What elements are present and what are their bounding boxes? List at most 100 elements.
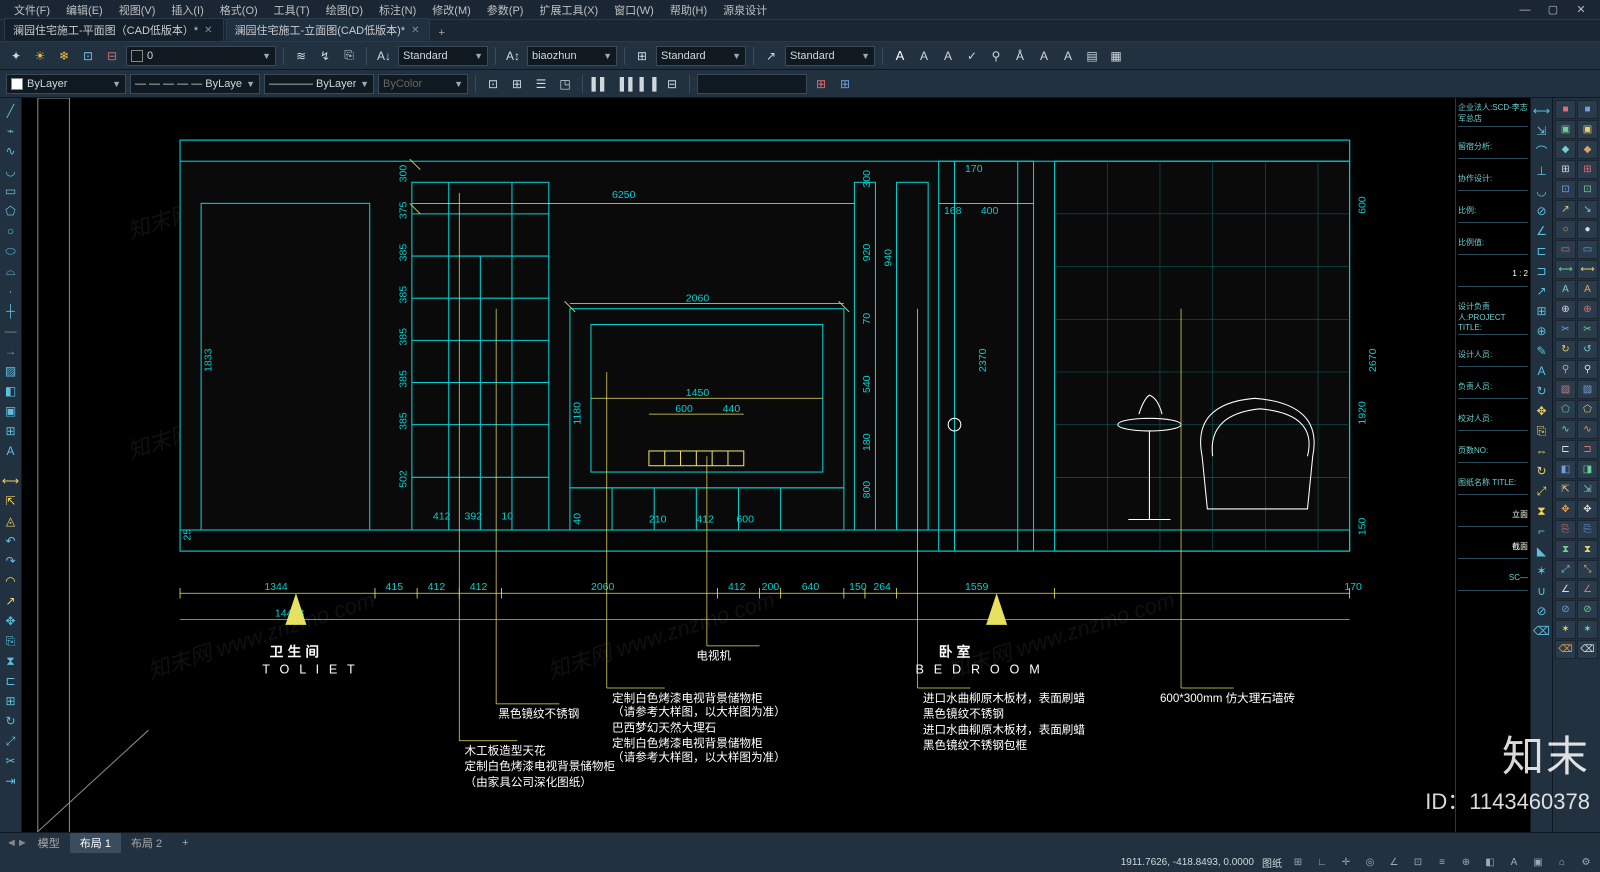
dim-radius-tool[interactable]: ◠: [2, 572, 20, 590]
clean-icon[interactable]: ⌂: [1554, 854, 1570, 870]
tolerance-icon[interactable]: ⊞: [1533, 302, 1551, 320]
polygon-tool[interactable]: ⬠: [2, 202, 20, 220]
match-icon[interactable]: ↯: [315, 46, 335, 66]
lineweight-combo[interactable]: ———— ByLayer▼: [264, 74, 374, 94]
lwt-icon[interactable]: ≡: [1434, 854, 1450, 870]
pal-icon[interactable]: ↗: [1555, 200, 1576, 219]
distribute-icon[interactable]: ⊟: [662, 74, 682, 94]
menu-param[interactable]: 参数(P): [479, 2, 532, 18]
dim-cont-icon[interactable]: ⊐: [1533, 262, 1551, 280]
mirror2-icon[interactable]: ⧗: [1533, 502, 1551, 520]
stretch-icon[interactable]: ⇔: [1533, 442, 1551, 460]
polar-icon[interactable]: ✛: [1338, 854, 1354, 870]
doc-tab-2[interactable]: 澜园住宅施工-立面图(CAD低版本)* ✕: [226, 18, 431, 41]
dimedit-icon[interactable]: ✎: [1533, 342, 1551, 360]
otrack-icon[interactable]: ∠: [1386, 854, 1402, 870]
pal-icon[interactable]: ⬠: [1577, 400, 1598, 419]
sc-icon[interactable]: ◧: [1482, 854, 1498, 870]
freeze-icon[interactable]: ❄: [54, 46, 74, 66]
update-icon[interactable]: ↻: [1533, 382, 1551, 400]
pal-icon[interactable]: ■: [1577, 100, 1598, 119]
pal-icon[interactable]: ◧: [1555, 460, 1576, 479]
pal-icon[interactable]: ↘: [1577, 200, 1598, 219]
scale-tool[interactable]: ⤢: [2, 732, 20, 750]
window-close-icon[interactable]: ✕: [1568, 2, 1594, 18]
center-icon[interactable]: ⊕: [1533, 322, 1551, 340]
pal-icon[interactable]: ▣: [1577, 120, 1598, 139]
rotate2-icon[interactable]: ↻: [1533, 462, 1551, 480]
align-center-icon[interactable]: ▐▐: [614, 74, 634, 94]
drawing-canvas[interactable]: 知末网 www.znzmo.com 知末网 www.znzmo.com 知末网 …: [22, 98, 1455, 832]
pal-icon[interactable]: ◨: [1577, 460, 1598, 479]
pal-icon[interactable]: ⟷: [1555, 260, 1576, 279]
line-tool[interactable]: ╱: [2, 102, 20, 120]
pal-icon[interactable]: ⇱: [1555, 480, 1576, 499]
copy2-icon[interactable]: ⎘: [1533, 422, 1551, 440]
justify-icon[interactable]: ▤: [1082, 46, 1102, 66]
field-icon[interactable]: ▦: [1106, 46, 1126, 66]
pal-icon[interactable]: ⊡: [1577, 180, 1598, 199]
pal-icon[interactable]: ●: [1577, 220, 1598, 239]
polyline-tool[interactable]: ⌁: [2, 122, 20, 140]
pal-icon[interactable]: ∿: [1577, 420, 1598, 439]
new-tab-button[interactable]: +: [432, 25, 450, 41]
layer-prev-icon[interactable]: ⊟: [102, 46, 122, 66]
textstyle-combo[interactable]: Standard▼: [398, 46, 488, 66]
rectangle-tool[interactable]: ▭: [2, 182, 20, 200]
pal-icon[interactable]: ∿: [1555, 420, 1576, 439]
dim-arc-icon[interactable]: ⌒: [1533, 142, 1551, 160]
scale2-icon[interactable]: ⤢: [1533, 482, 1551, 500]
menu-format[interactable]: 格式(O): [212, 2, 266, 18]
arc-tool[interactable]: ◡: [2, 162, 20, 180]
menu-help[interactable]: 帮助(H): [662, 2, 715, 18]
pal-icon[interactable]: ⎘: [1577, 520, 1598, 539]
copy-tool[interactable]: ⎘: [2, 632, 20, 650]
pal-icon[interactable]: A: [1577, 280, 1598, 299]
leader-icon[interactable]: ↗: [1533, 282, 1551, 300]
pal-icon[interactable]: ✂: [1577, 320, 1598, 339]
pal-icon[interactable]: ▭: [1555, 240, 1576, 259]
spline-tool[interactable]: ∿: [2, 142, 20, 160]
erase-icon[interactable]: ⌫: [1533, 622, 1551, 640]
grid-snap-icon[interactable]: ⊞: [1290, 854, 1306, 870]
mtext-icon[interactable]: A: [890, 46, 910, 66]
layout-add-button[interactable]: +: [172, 835, 198, 851]
dim-aligned-icon[interactable]: ⇲: [1533, 122, 1551, 140]
pal-icon[interactable]: ◆: [1555, 140, 1576, 159]
pal-icon[interactable]: ▨: [1577, 380, 1598, 399]
layers-icon[interactable]: ≋: [291, 46, 311, 66]
command-input[interactable]: [697, 74, 807, 94]
mleader-style-icon[interactable]: ↗: [761, 46, 781, 66]
layout-prev-icon[interactable]: ◄: [6, 837, 17, 849]
dim-linear-tool[interactable]: ⟷: [2, 472, 20, 490]
mleaderstyle-combo[interactable]: Standard▼: [785, 46, 875, 66]
dim-linear-icon[interactable]: ⟷: [1533, 102, 1551, 120]
layout-next-icon[interactable]: ►: [17, 837, 28, 849]
pal-icon[interactable]: ↻: [1555, 340, 1576, 359]
dim-radius-icon[interactable]: ◡: [1533, 182, 1551, 200]
trim-tool[interactable]: ✂: [2, 752, 20, 770]
pal-icon[interactable]: ∠: [1577, 580, 1598, 599]
pal-icon[interactable]: ◆: [1577, 140, 1598, 159]
move2-icon[interactable]: ✥: [1533, 402, 1551, 420]
dim-aligned-tool[interactable]: ⇱: [2, 492, 20, 510]
explode-icon[interactable]: ✶: [1533, 562, 1551, 580]
copy-layer-icon[interactable]: ⎘: [339, 46, 359, 66]
dim-leader-tool[interactable]: ↗: [2, 592, 20, 610]
pal-icon[interactable]: ⤡: [1577, 560, 1598, 579]
construct-tool[interactable]: ┼: [2, 302, 20, 320]
circle-tool[interactable]: ○: [2, 222, 20, 240]
chamfer-icon[interactable]: ◣: [1533, 542, 1551, 560]
pal-icon[interactable]: ✶: [1577, 620, 1598, 639]
mirror-tool[interactable]: ⧗: [2, 652, 20, 670]
menu-ext[interactable]: 扩展工具(X): [531, 2, 606, 18]
pal-icon[interactable]: ✂: [1555, 320, 1576, 339]
text-a-icon[interactable]: A: [914, 46, 934, 66]
maximize-vp-icon[interactable]: ▣: [1530, 854, 1546, 870]
attr-icon[interactable]: ☰: [531, 74, 551, 94]
dim-ang-icon[interactable]: ∠: [1533, 222, 1551, 240]
menu-edit[interactable]: 编辑(E): [58, 2, 111, 18]
mtext-tool[interactable]: A: [2, 442, 20, 460]
close-tab-icon[interactable]: ✕: [411, 25, 419, 36]
window-minimize-icon[interactable]: —: [1512, 2, 1538, 18]
